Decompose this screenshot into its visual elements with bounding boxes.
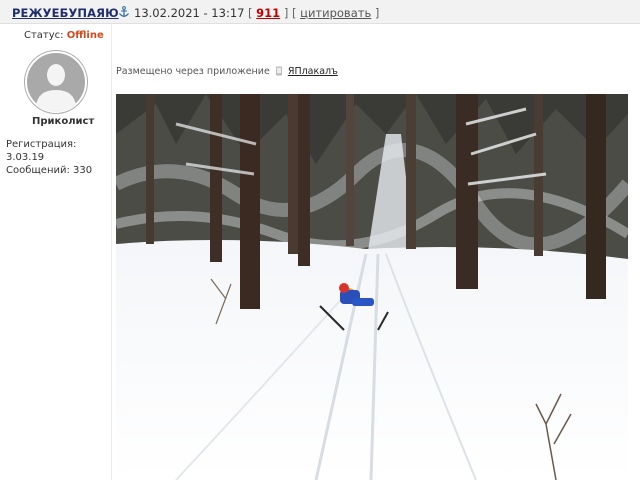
phone-icon (275, 66, 282, 76)
posted-via: Размещено через приложение ЯПлакалъ (116, 66, 338, 77)
avatar-silhouette-icon (25, 51, 87, 113)
bracket-open: [ (248, 6, 253, 20)
winter-forest-photo (116, 94, 628, 480)
posted-via-label: Размещено через приложение (116, 66, 270, 77)
post-datetime: 13.02.2021 - 13:17 (134, 6, 245, 20)
post-image[interactable] (116, 94, 628, 480)
message-count: Сообщений: 330 (6, 165, 93, 176)
author-status: Статус: Offline (24, 30, 104, 41)
post-number-link[interactable]: 911 (256, 6, 280, 20)
author-rank: Приколист (32, 116, 95, 127)
avatar[interactable] (24, 50, 88, 114)
post-header: РЕЖУЕБУПАЯЮ 13.02.2021 - 13:17 [ 911 ] [… (0, 0, 640, 24)
bracket-mid: ] [ (283, 6, 297, 20)
anchor-icon[interactable] (118, 6, 130, 18)
post-meta: [ 911 ] [ цитировать ] (248, 6, 379, 20)
author-username-link[interactable]: РЕЖУЕБУПАЯЮ (12, 6, 119, 20)
registration-date: Регистрация: 3.03.19 (6, 139, 77, 163)
post-body: Размещено через приложение ЯПлакалъ (112, 24, 640, 480)
quote-link[interactable]: цитировать (300, 6, 371, 20)
status-value: Offline (66, 30, 104, 41)
app-link[interactable]: ЯПлакалъ (288, 66, 338, 77)
bracket-close: ] (374, 6, 380, 20)
author-sidebar: Статус: Offline Приколист Регистрация: 3… (0, 24, 112, 480)
status-label: Статус: (24, 30, 64, 41)
author-stats: Регистрация: 3.03.19 Сообщений: 330 (6, 138, 111, 177)
